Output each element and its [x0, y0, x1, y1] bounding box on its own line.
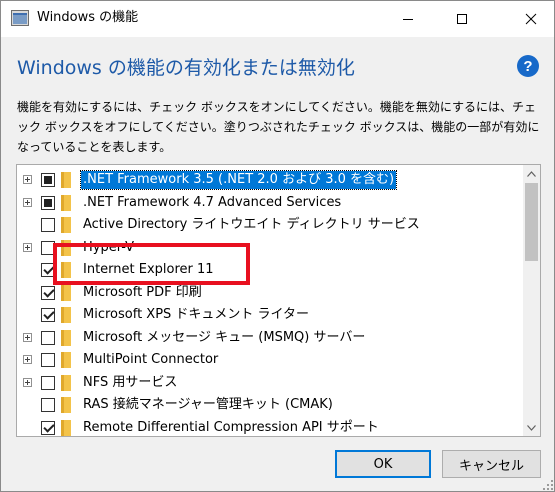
expand-plus-icon[interactable] — [23, 377, 32, 387]
maximize-icon — [457, 14, 467, 24]
folder-icon — [61, 397, 71, 413]
feature-row[interactable]: Microsoft PDF 印刷 — [17, 282, 523, 304]
folder-icon — [61, 194, 71, 211]
feature-row[interactable]: Microsoft XPS ドキュメント ライター — [17, 304, 523, 326]
feature-checkbox[interactable] — [41, 353, 55, 367]
scroll-down-button[interactable] — [523, 419, 540, 436]
minimize-icon — [403, 19, 413, 20]
folder-icon — [61, 374, 71, 391]
folder-icon — [61, 217, 71, 233]
expand-plus-icon[interactable] — [23, 332, 32, 342]
feature-checkbox[interactable] — [41, 240, 55, 255]
feature-checkbox[interactable] — [41, 330, 55, 345]
folder-icon — [61, 172, 71, 188]
expand-plus-icon[interactable] — [23, 197, 32, 207]
vertical-scrollbar[interactable] — [523, 165, 540, 436]
feature-checkbox[interactable] — [41, 285, 55, 300]
feature-label: Internet Explorer 11 — [83, 262, 214, 277]
feature-label: RAS 接続マネージャー管理キット (CMAK) — [83, 397, 333, 412]
feature-row[interactable]: Internet Explorer 11 — [17, 259, 523, 281]
chevron-up-icon — [527, 170, 536, 177]
help-icon[interactable]: ? — [517, 55, 539, 77]
feature-row[interactable]: RAS 接続マネージャー管理キット (CMAK) — [17, 394, 523, 416]
feature-checkbox[interactable] — [41, 263, 55, 277]
feature-row[interactable]: MultiPoint Connector — [17, 349, 523, 371]
feature-row[interactable]: Microsoft メッセージ キュー (MSMQ) サーバー — [17, 327, 523, 349]
folder-icon — [61, 419, 71, 436]
feature-row[interactable]: Hyper-V — [17, 237, 523, 259]
feature-checkbox[interactable] — [41, 173, 55, 187]
expand-plus-icon[interactable] — [23, 242, 32, 252]
feature-label: Hyper-V — [83, 239, 135, 255]
feature-label: MultiPoint Connector — [83, 352, 219, 367]
title-bar[interactable]: Windows の機能 — [1, 1, 554, 37]
feature-label: Remote Differential Compression API サポート — [83, 419, 379, 435]
resize-grip-icon[interactable] — [542, 479, 554, 491]
feature-checkbox[interactable] — [41, 195, 55, 210]
instructions-text: 機能を有効にするには、チェック ボックスをオンにしてください。機能を無効にするに… — [17, 100, 540, 154]
feature-row[interactable]: NFS 用サービス — [17, 372, 523, 394]
chevron-down-icon — [527, 424, 536, 431]
folder-icon — [61, 239, 71, 256]
window-title: Windows の機能 — [37, 10, 139, 25]
feature-label: Microsoft メッセージ キュー (MSMQ) サーバー — [83, 329, 366, 345]
feature-checkbox[interactable] — [41, 218, 55, 232]
page-title: Windows の機能の有効化または無効化 — [17, 57, 355, 79]
windows-features-dialog: Windows の機能 Windows の機能の有効化または無効化 ? 機能を有… — [0, 0, 555, 492]
scroll-thumb[interactable] — [525, 183, 538, 261]
feature-checkbox[interactable] — [41, 308, 55, 322]
close-icon — [525, 13, 537, 25]
ok-button[interactable]: OK — [335, 450, 431, 478]
feature-label: .NET Framework 3.5 (.NET 2.0 および 3.0 を含む… — [79, 170, 398, 190]
maximize-button[interactable] — [439, 1, 485, 37]
folder-icon — [61, 329, 71, 346]
feature-row[interactable]: Active Directory ライトウエイト ディレクトリ サービス — [17, 214, 523, 236]
close-button[interactable] — [508, 1, 554, 37]
feature-tree[interactable]: .NET Framework 3.5 (.NET 2.0 および 3.0 を含む… — [16, 164, 541, 437]
expand-plus-icon[interactable] — [23, 175, 32, 184]
cancel-button[interactable]: キャンセル — [442, 450, 541, 478]
feature-checkbox[interactable] — [41, 375, 55, 390]
feature-label: Microsoft PDF 印刷 — [83, 284, 202, 300]
feature-checkbox[interactable] — [41, 420, 55, 435]
folder-icon — [61, 284, 71, 301]
feature-label: Active Directory ライトウエイト ディレクトリ サービス — [83, 217, 420, 232]
folder-icon — [61, 262, 71, 278]
folder-icon — [61, 352, 71, 368]
feature-label: NFS 用サービス — [83, 374, 178, 390]
minimize-button[interactable] — [385, 1, 431, 37]
feature-checkbox[interactable] — [41, 398, 55, 412]
folder-icon — [61, 307, 71, 323]
feature-row[interactable]: Remote Differential Compression API サポート — [17, 417, 523, 437]
scroll-up-button[interactable] — [523, 165, 540, 182]
expand-plus-icon[interactable] — [23, 355, 32, 364]
app-icon — [11, 10, 29, 26]
feature-label: .NET Framework 4.7 Advanced Services — [83, 194, 342, 210]
feature-row[interactable]: .NET Framework 4.7 Advanced Services — [17, 192, 523, 214]
feature-label: Microsoft XPS ドキュメント ライター — [83, 307, 310, 322]
feature-row[interactable]: .NET Framework 3.5 (.NET 2.0 および 3.0 を含む… — [17, 169, 523, 191]
